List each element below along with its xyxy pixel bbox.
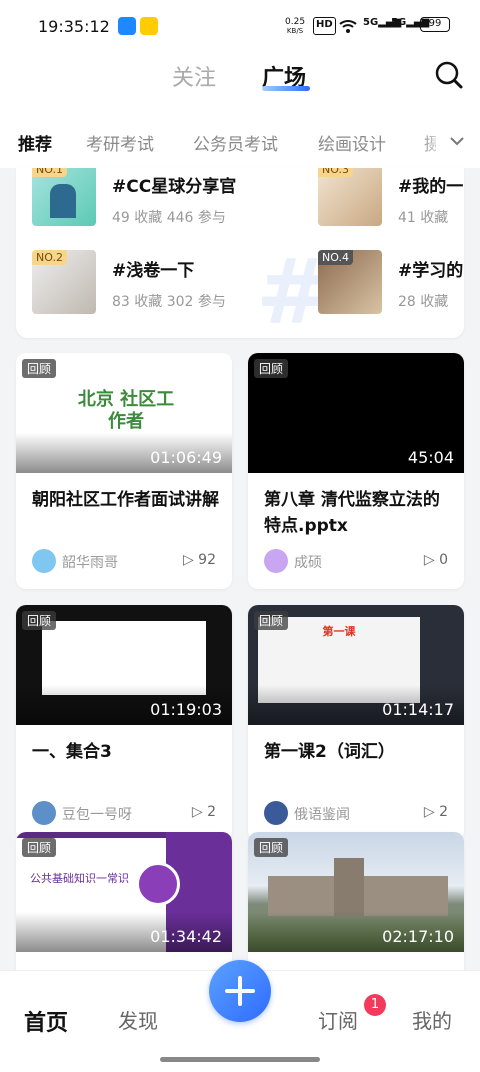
video-card[interactable]: 回顾 45:04 第八章 清代监察立法的特点.pptx 成硕 ▷ 0: [248, 353, 464, 589]
topic-thumbnail: NO.3: [318, 168, 382, 226]
topic-item[interactable]: NO.2 #浅卷一下 83 收藏 302 参与: [16, 250, 240, 320]
replay-tag: 回顾: [254, 611, 289, 630]
video-duration: 01:34:42: [150, 927, 222, 946]
topic-thumbnail: NO.1: [32, 168, 96, 226]
avatar: [264, 549, 288, 573]
video-duration: 01:06:49: [150, 448, 222, 467]
author-name: 豆包一号呀: [62, 807, 132, 823]
nav-discover[interactable]: 发现: [118, 1005, 158, 1034]
category-tabs: 推荐 考研考试 公务员考试 绘画设计 摄: [0, 120, 480, 168]
video-title: 第一课2（词汇）: [264, 742, 395, 762]
wifi-icon: [339, 20, 357, 33]
topic-item[interactable]: NO.1 #CC星球分享官 49 收藏 446 参与: [16, 168, 240, 238]
video-title: 朝阳社区工作者面试讲解: [32, 490, 219, 510]
avatar: [32, 801, 56, 825]
status-bar: 19:35:12 0.25 KB/S HD 5G▂▄▆ 5G▂▄▆ 99: [0, 0, 480, 54]
author-name: 韶华雨哥: [62, 555, 118, 571]
video-duration: 45:04: [407, 448, 454, 467]
plus-icon: [225, 976, 255, 1006]
video-card[interactable]: 北京 社区工作者 回顾 01:06:49 朝阳社区工作者面试讲解 韶华雨哥 ▷ …: [16, 353, 232, 589]
video-thumbnail: 回顾 02:17:10: [248, 832, 464, 952]
topic-thumbnail: NO.4: [318, 250, 382, 314]
subscribe-badge: 1: [364, 994, 386, 1016]
replay-tag: 回顾: [22, 838, 57, 857]
topic-thumbnail: NO.2: [32, 250, 96, 314]
avatar: [264, 801, 288, 825]
tab-follow[interactable]: 关注: [172, 60, 216, 92]
avatar: [32, 549, 56, 573]
video-thumbnail: 北京 社区工作者 回顾 01:06:49: [16, 353, 232, 473]
video-thumbnail: 公共基础知识一常识 回顾 01:34:42: [16, 832, 232, 952]
nav-mine[interactable]: 我的: [412, 1005, 452, 1034]
network-speed: 0.25 KB/S: [285, 17, 306, 36]
replay-tag: 回顾: [22, 359, 57, 378]
video-thumbnail: 回顾 01:19:03: [16, 605, 232, 725]
home-indicator[interactable]: [160, 1057, 320, 1062]
topic-title: #我的一: [398, 177, 464, 197]
topic-title: #浅卷一下: [112, 261, 195, 281]
topic-item[interactable]: NO.4 #学习的 28 收藏: [302, 250, 464, 320]
tab-civil-service-exam[interactable]: 公务员考试: [193, 130, 278, 155]
tab-painting-design[interactable]: 绘画设计: [318, 130, 386, 155]
tab-recommend[interactable]: 推荐: [18, 130, 52, 155]
hd-icon: HD: [313, 17, 336, 35]
top-header: 关注 广场: [0, 54, 480, 120]
topic-stats: 28 收藏: [398, 294, 449, 310]
status-time: 19:35:12: [38, 17, 110, 36]
video-thumbnail: 第一课 回顾 01:14:17: [248, 605, 464, 725]
battery-icon: 99: [420, 17, 450, 32]
video-card[interactable]: 回顾 01:19:03 一、集合3 豆包一号呀 ▷ 2: [16, 605, 232, 841]
tab-postgrad-exam[interactable]: 考研考试: [86, 130, 154, 155]
play-count: ▷ 92: [182, 552, 216, 568]
play-count: ▷ 0: [423, 552, 448, 568]
nav-home[interactable]: 首页: [24, 1005, 68, 1037]
topic-ranking-panel: # NO.1 #CC星球分享官 49 收藏 446 参与 NO.3 #我的一 4…: [16, 168, 464, 338]
author-name: 成硕: [294, 555, 322, 571]
replay-tag: 回顾: [254, 359, 289, 378]
video-duration: 02:17:10: [382, 927, 454, 946]
topic-stats: 49 收藏 446 参与: [112, 210, 226, 226]
active-tab-indicator: [262, 86, 310, 91]
video-title: 第八章 清代监察立法的特点.pptx: [264, 490, 440, 536]
nav-subscribe[interactable]: 订阅: [318, 1005, 358, 1034]
chevron-down-icon[interactable]: [448, 134, 466, 148]
replay-tag: 回顾: [22, 611, 57, 630]
create-button[interactable]: [209, 960, 271, 1022]
topic-title: #CC星球分享官: [112, 177, 237, 197]
author-name: 俄语鉴闻: [294, 807, 350, 823]
video-thumbnail: 回顾 45:04: [248, 353, 464, 473]
video-card[interactable]: 第一课 回顾 01:14:17 第一课2（词汇） 俄语鉴闻 ▷ 2: [248, 605, 464, 841]
topic-item[interactable]: NO.3 #我的一 41 收藏: [302, 168, 464, 238]
topic-stats: 83 收藏 302 参与: [112, 294, 226, 310]
meituan-notification-icon: [140, 17, 158, 35]
topic-stats: 41 收藏: [398, 210, 449, 226]
app-notification-icon: [118, 17, 136, 35]
play-count: ▷ 2: [423, 804, 448, 820]
video-title: 一、集合3: [32, 742, 112, 762]
topic-title: #学习的: [398, 261, 464, 281]
play-count: ▷ 2: [191, 804, 216, 820]
video-duration: 01:14:17: [382, 700, 454, 719]
replay-tag: 回顾: [254, 838, 289, 857]
video-duration: 01:19:03: [150, 700, 222, 719]
search-icon[interactable]: [434, 60, 464, 90]
